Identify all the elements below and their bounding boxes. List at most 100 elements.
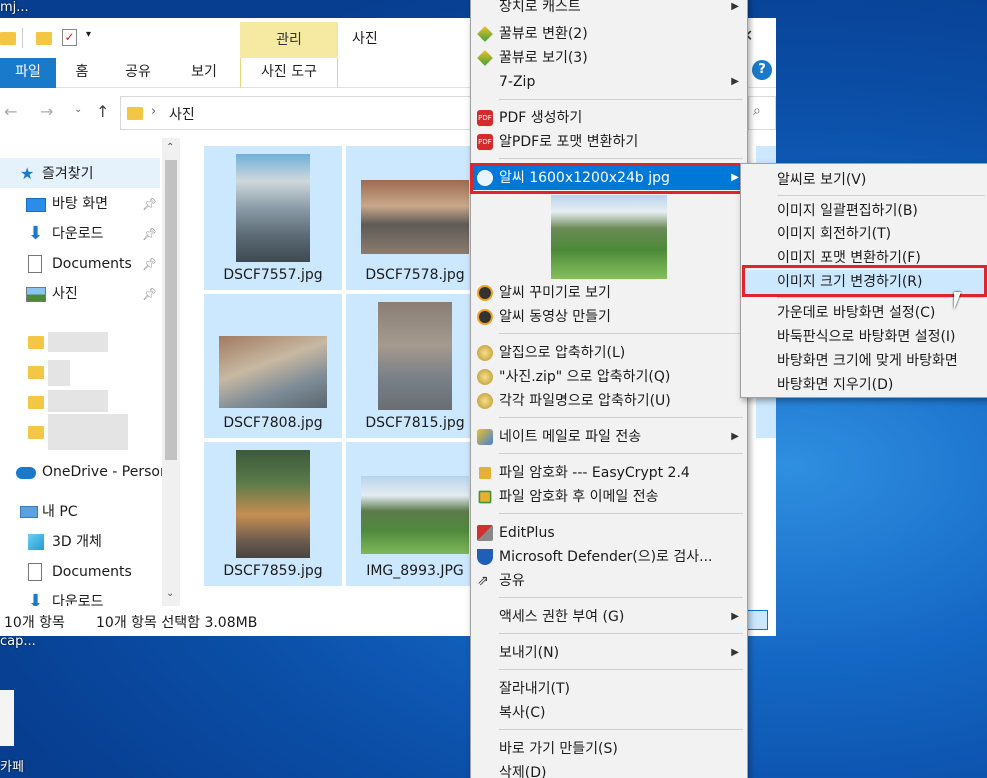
quick-folder-icon[interactable] [36,32,52,45]
pin-icon[interactable]: 📌︎ [142,190,157,218]
submenu-item-resize[interactable]: 이미지 크기 변경하기(R) [741,270,987,294]
menu-item-copy[interactable]: 복사(C) [471,701,747,725]
menu-item-7zip[interactable]: 7-Zip ▶ [471,70,747,94]
submenu-item-wallpaper-fit[interactable]: 바탕화면 크기에 맞게 바탕화면 [741,349,987,373]
menu-item-send-to[interactable]: 보내기(N) ▶ [471,641,747,665]
menu-item-delete[interactable]: 삭제(D) [471,761,747,778]
search-icon: ⌕ [753,103,761,119]
menu-item-honeyview-view[interactable]: 꿀뷰로 보기(3) [471,46,747,70]
breadcrumb[interactable]: 사진 [169,104,195,124]
menu-item-encrypt-mail[interactable]: 파일 암호화 후 이메일 전송 [471,485,747,509]
submenu-item-wallpaper-tile[interactable]: 바둑판식으로 바탕화면 설정(I) [741,325,987,349]
help-icon[interactable]: ? [752,60,772,80]
pdf-icon: PDF [477,110,493,126]
desktop-icon-label[interactable]: cap... [0,634,36,649]
tab-home[interactable]: 홈 [64,58,100,88]
pictures-icon [26,287,46,302]
menu-separator [499,417,743,418]
tab-share[interactable]: 공유 [116,58,160,88]
redacted-folder[interactable] [48,332,108,352]
menu-item-pdf-convert[interactable]: PDF 알PDF로 포맷 변환하기 [471,130,747,154]
tab-view[interactable]: 보기 [180,58,228,88]
search-box[interactable]: ⌕ [748,96,776,130]
folder-icon[interactable] [28,396,44,409]
qat-dropdown-icon[interactable]: ▾ [86,29,91,40]
menu-item-create-shortcut[interactable]: 바로 가기 만들기(S) [471,737,747,761]
nate-icon [477,429,493,445]
nav-label: 내 PC [42,504,78,520]
menu-item-alzip[interactable]: 알집으로 압축하기(L) [471,341,747,365]
file-tile[interactable]: DSCF7815.jpg [346,294,484,438]
alsee-movie-icon [477,309,493,325]
redacted-folder[interactable] [48,390,108,412]
tab-file[interactable]: 파일 [0,58,56,88]
navigation-pane: ★ 즐겨찾기 바탕 화면 📌︎ ⬇ 다운로드 📌︎ Documents 📌︎ 사… [0,138,182,612]
menu-label: 파일 암호화 후 이메일 전송 [499,489,659,505]
pin-icon[interactable]: 📌︎ [142,280,157,308]
desktop-icon-label[interactable]: mj... [0,0,29,15]
submenu-item-view[interactable]: 알씨로 보기(V) [741,168,987,192]
details-view-icon[interactable] [746,610,768,630]
menu-item-defender[interactable]: Microsoft Defender(으)로 검사... [471,545,747,569]
breadcrumb-chevron-icon[interactable]: › [151,104,156,119]
mouse-cursor-icon [954,292,961,310]
tab-picture-tools[interactable]: 사진 도구 [240,58,338,88]
menu-item-cast[interactable]: 장치로 캐스트 ▶ [471,0,747,19]
folder-icon[interactable] [28,336,44,349]
menu-item-easycrypt[interactable]: 파일 암호화 --- EasyCrypt 2.4 [471,461,747,485]
menu-item-grant-access[interactable]: 액세스 권한 부여 (G) ▶ [471,605,747,629]
pin-icon[interactable]: 📌︎ [142,250,157,278]
nav-label: 사진 [52,286,78,302]
menu-item-nate-mail[interactable]: 네이트 메일로 파일 전송 ▶ [471,425,747,449]
folder-icon[interactable] [28,366,44,379]
menu-item-cut[interactable]: 잘라내기(T) [471,677,747,701]
submenu-item-rotate[interactable]: 이미지 회전하기(T) [741,222,987,246]
menu-item-alsee[interactable]: 알씨 1600x1200x24b jpg ▶ [471,166,747,190]
folder-icon[interactable] [28,426,44,439]
menu-item-zip-named[interactable]: "사진.zip" 으로 압축하기(Q) [471,365,747,389]
download-icon: ⬇ [28,591,44,612]
folder-icon [127,107,143,120]
recent-dropdown-icon[interactable]: ⌄ [74,104,82,115]
menu-label: 알씨 동영상 만들기 [499,309,611,325]
menu-item-alsee-movie[interactable]: 알씨 동영상 만들기 [471,305,747,329]
menu-label: 공유 [499,573,525,589]
up-arrow-icon[interactable]: ↑ [96,102,109,121]
submenu-item-format-convert[interactable]: 이미지 포맷 변환하기(F) [741,246,987,270]
menu-item-share[interactable]: ⇗ 공유 [471,569,747,593]
forward-arrow-icon[interactable]: → [40,102,53,121]
menu-item-honeyview-convert[interactable]: 꿀뷰로 변환(2) [471,22,747,46]
redacted-folder[interactable] [48,360,70,386]
nav-scrollbar[interactable]: ⌃ ⌄ [162,138,180,606]
address-box[interactable]: › 사진 [120,96,472,130]
menu-separator [499,333,743,334]
file-tile[interactable]: DSCF7808.jpg [204,294,342,438]
menu-item-pdf-create[interactable]: PDF PDF 생성하기 [471,106,747,130]
defender-icon [477,549,493,565]
file-name: DSCF7859.jpg [223,563,323,579]
menu-item-editplus[interactable]: EditPlus [471,521,747,545]
desktop-icon-label[interactable]: 카페 [0,756,24,775]
image-thumbnail [361,180,469,254]
submenu-item-wallpaper-center[interactable]: 가운데로 바탕화면 설정(C) [741,301,987,325]
back-arrow-icon[interactable]: ← [4,102,17,121]
menu-label: 알씨 꾸미기로 보기 [499,285,611,301]
menu-separator [499,99,743,100]
submenu-item-batch-edit[interactable]: 이미지 일괄편집하기(B) [741,199,987,223]
alsee-icon [477,170,493,186]
properties-check-icon[interactable]: ✓ [62,29,77,46]
menu-label: 꿀뷰로 보기(3) [499,50,588,66]
pin-icon[interactable]: 📌︎ [142,220,157,248]
menu-item-zip-each[interactable]: 각각 파일명으로 압축하기(U) [471,389,747,413]
submenu-item-wallpaper-clear[interactable]: 바탕화면 지우기(D) [741,373,987,397]
desktop-file-icon[interactable] [0,690,14,746]
file-tile[interactable]: DSCF7557.jpg [204,146,342,290]
menu-label: 이미지 크기 변경하기(R) [777,274,923,290]
file-tile[interactable]: DSCF7859.jpg [204,442,342,586]
manage-tab[interactable]: 관리 [240,22,338,58]
redacted-folder[interactable] [48,414,128,450]
file-tile[interactable]: DSCF7578.jpg [346,146,484,290]
menu-item-alsee-deco[interactable]: 알씨 꾸미기로 보기 [471,281,747,305]
file-tile[interactable]: IMG_8993.JPG [346,442,484,586]
desktop-icon [26,198,46,212]
